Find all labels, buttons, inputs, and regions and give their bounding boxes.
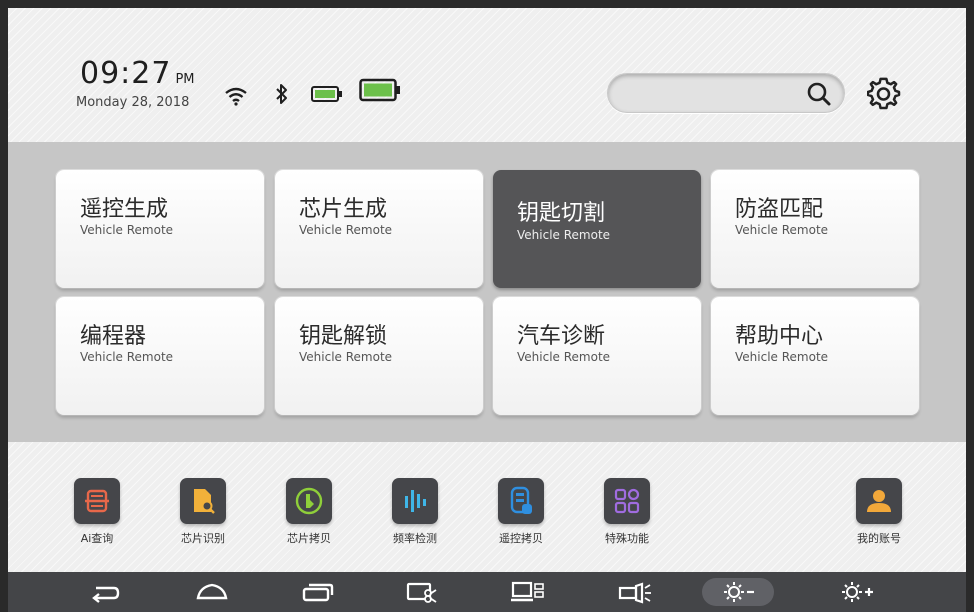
screenshot-icon[interactable] [404,580,444,604]
device-battery-icon [311,85,343,107]
search-icon[interactable] [806,81,832,111]
tile-subtitle: Vehicle Remote [80,350,174,364]
clock-time: 09:27 [80,56,172,91]
tile-chip-generate[interactable]: 芯片生成 Vehicle Remote [275,170,483,288]
search-input[interactable] [607,73,845,113]
quick-special-function[interactable]: 特殊功能 [582,478,672,546]
quick-label: 芯片拷贝 [287,532,331,545]
special-function-icon[interactable] [604,478,650,524]
tile-car-diagnosis[interactable]: 汽车诊断 Vehicle Remote [493,297,701,415]
ai-query-icon[interactable] [74,478,120,524]
tile-subtitle: Vehicle Remote [299,350,393,364]
screen-cast-icon[interactable] [510,580,550,604]
tile-subtitle: Vehicle Remote [517,228,611,242]
tile-subtitle: Vehicle Remote [517,350,611,364]
tile-title: 遥控生成 [80,197,169,222]
screen: 09:27 PM Monday 28, 2018 遥控生成 Vehicle Re… [8,8,966,572]
home-icon[interactable] [192,580,232,604]
tile-key-cutting[interactable]: 钥匙切割 Vehicle Remote [493,170,701,288]
status-bar: 09:27 PM Monday 28, 2018 [8,8,966,142]
brightness-up-icon[interactable] [838,580,878,604]
tile-title: 汽车诊断 [517,324,606,349]
remote-copy-icon[interactable] [498,478,544,524]
account-icon[interactable] [856,478,902,524]
tile-subtitle: Vehicle Remote [735,350,829,364]
tile-subtitle: Vehicle Remote [299,223,393,237]
quick-ai-query[interactable]: Ai查询 [52,478,142,546]
tile-title: 帮助中心 [735,324,824,349]
wifi-icon [225,86,247,110]
tile-programmer[interactable]: 编程器 Vehicle Remote [56,297,264,415]
chip-copy-icon[interactable] [286,478,332,524]
quick-chip-copy[interactable]: 芯片拷贝 [264,478,354,546]
quick-label: 遥控拷贝 [499,532,543,545]
tile-key-unlock[interactable]: 钥匙解锁 Vehicle Remote [275,297,483,415]
tile-title: 编程器 [80,324,147,349]
tile-title: 钥匙切割 [517,201,606,226]
back-icon[interactable] [86,580,126,604]
recent-apps-icon[interactable] [298,580,338,604]
quick-frequency-detect[interactable]: 频率检测 [370,478,460,546]
tile-subtitle: Vehicle Remote [735,223,829,237]
frequency-icon[interactable] [392,478,438,524]
tile-help-center[interactable]: 帮助中心 Vehicle Remote [711,297,919,415]
vehicle-battery-icon [359,78,401,106]
clock: 09:27 PM [80,56,195,91]
tile-subtitle: Vehicle Remote [80,223,174,237]
quick-label: 特殊功能 [605,532,649,545]
flashlight-icon[interactable] [616,580,656,604]
quick-label: 我的账号 [857,532,901,545]
quick-chip-identify[interactable]: 芯片识别 [158,478,248,546]
function-grid: 遥控生成 Vehicle Remote 芯片生成 Vehicle Remote … [8,142,966,442]
chip-identify-icon[interactable] [180,478,226,524]
tile-title: 防盗匹配 [735,197,824,222]
date-label: Monday 28, 2018 [76,95,190,110]
system-nav-bar [8,572,966,612]
quick-actions-bar: Ai查询 芯片识别 芯片拷贝 频率检测 遥控拷贝 特殊功能 我的账号 [8,442,966,572]
quick-remote-copy[interactable]: 遥控拷贝 [476,478,566,546]
tile-title: 芯片生成 [299,197,388,222]
tile-immobilizer-match[interactable]: 防盗匹配 Vehicle Remote [711,170,919,288]
tile-remote-generate[interactable]: 遥控生成 Vehicle Remote [56,170,264,288]
tile-title: 钥匙解锁 [299,324,388,349]
bluetooth-icon [274,82,290,110]
brightness-down-icon[interactable] [702,578,774,606]
quick-label: 频率检测 [393,532,437,545]
quick-label: 芯片识别 [181,532,225,545]
quick-my-account[interactable]: 我的账号 [834,478,924,546]
quick-label: Ai查询 [80,532,114,545]
settings-gear-icon[interactable] [866,77,901,115]
clock-ampm: PM [175,72,195,87]
